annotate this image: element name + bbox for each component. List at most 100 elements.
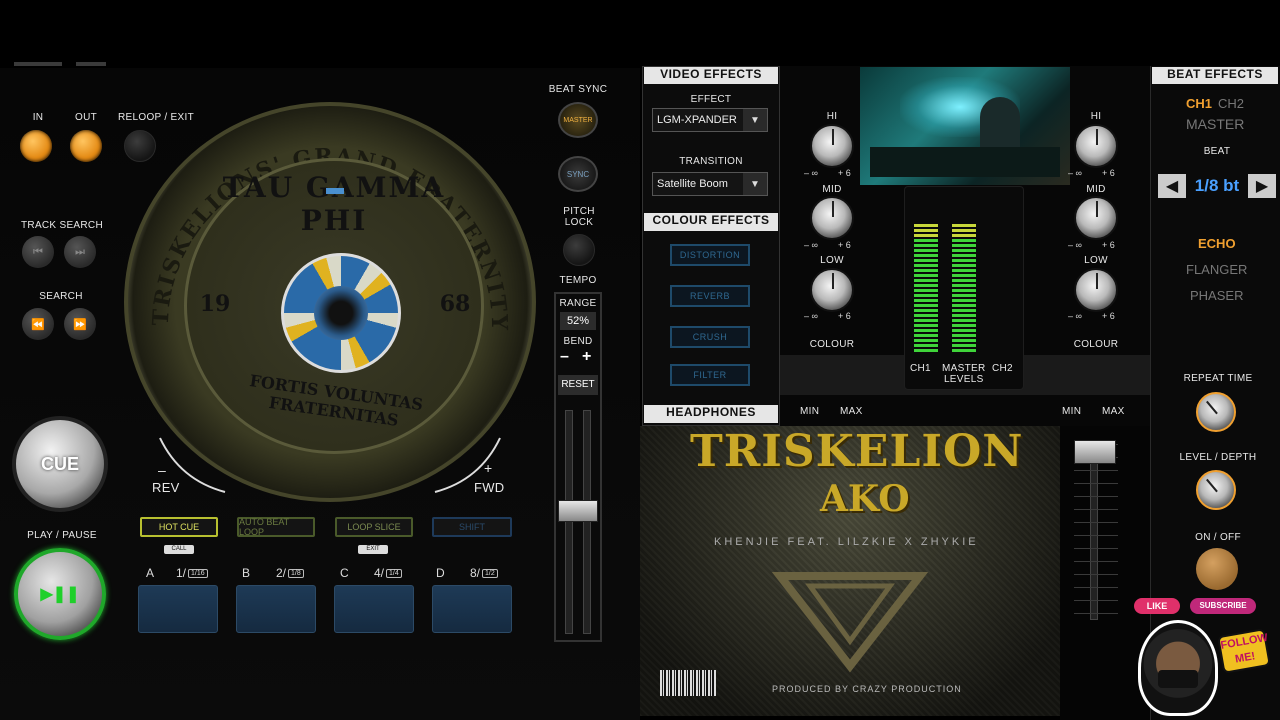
meter-segment: [914, 309, 938, 312]
ch1-mid-label: MID: [822, 184, 842, 195]
filter-button[interactable]: FILTER: [670, 364, 750, 386]
meter-segment: [952, 264, 976, 267]
meter-segment: [914, 304, 938, 307]
pitch-lock-button[interactable]: [563, 234, 595, 266]
search-forward-button[interactable]: ⏩: [64, 308, 96, 340]
ch1-hi-knob[interactable]: [810, 124, 854, 168]
like-badge[interactable]: LIKE: [1134, 598, 1180, 614]
bend-plus-button[interactable]: +: [582, 348, 591, 366]
follow-badge[interactable]: FOLLOW ME!: [1217, 628, 1271, 674]
meter-segment: [952, 274, 976, 277]
meter-segment: [914, 224, 938, 227]
beat-ch2-toggle[interactable]: CH2: [1218, 96, 1244, 111]
beat-effect-on-off-button[interactable]: [1196, 548, 1238, 590]
ch2-mid-knob[interactable]: [1074, 196, 1118, 240]
master-sync-button[interactable]: MASTER: [558, 102, 598, 138]
repeat-time-knob[interactable]: [1196, 392, 1236, 432]
pad-c-value: 4/1/4: [374, 566, 402, 580]
rev-label: REV: [152, 480, 180, 495]
pad-b[interactable]: [236, 585, 316, 633]
loop-out-button[interactable]: [70, 130, 102, 162]
level-depth-knob[interactable]: [1196, 470, 1236, 510]
meter-segment: [952, 239, 976, 242]
meter-segment: [914, 274, 938, 277]
sync-button[interactable]: SYNC: [558, 156, 598, 192]
meter-segment: [914, 314, 938, 317]
repeat-time-label: REPEAT TIME: [1183, 373, 1253, 384]
distortion-button[interactable]: DISTORTION: [670, 244, 750, 266]
echo-effect[interactable]: ECHO: [1198, 236, 1236, 251]
subscribe-badge[interactable]: SUBSCRIBE: [1190, 598, 1256, 614]
platter-center-emblem: [281, 253, 401, 373]
pad-d[interactable]: [432, 585, 512, 633]
ch2-low-knob[interactable]: [1074, 268, 1118, 312]
meter-segment: [952, 234, 976, 237]
meter-ch2-label: CH2: [992, 363, 1013, 374]
platter-year-right: 68: [439, 291, 471, 317]
track-next-button[interactable]: ⏭: [64, 236, 96, 268]
search-rewind-button[interactable]: ⏪: [22, 308, 54, 340]
deck-top-handle-right: [76, 62, 106, 66]
effect-dropdown[interactable]: LGM-XPANDER ▼: [652, 108, 768, 132]
auto-beat-loop-button[interactable]: AUTO BEAT LOOP: [237, 517, 315, 537]
chevron-down-icon: ▼: [743, 173, 767, 195]
beat-master-toggle[interactable]: MASTER: [1186, 116, 1244, 132]
fader-tick: [1074, 561, 1118, 562]
play-pause-button[interactable]: ▶❚❚: [14, 548, 106, 640]
meter-segment: [914, 264, 938, 267]
meter-segment: [914, 279, 938, 282]
fader-tick: [1074, 483, 1118, 484]
meter-segment: [914, 329, 938, 332]
ch2-mid-label: MID: [1086, 184, 1106, 195]
ch1-mid-knob[interactable]: [810, 196, 854, 240]
ch2-volume-fader-handle[interactable]: [1074, 440, 1116, 464]
ch1-low-knob[interactable]: [810, 268, 854, 312]
avatar: [1138, 620, 1218, 716]
reset-button[interactable]: RESET: [558, 375, 598, 395]
beat-decrease-button[interactable]: ◀: [1158, 174, 1186, 198]
phaser-effect[interactable]: PHASER: [1190, 288, 1243, 303]
hot-cue-button[interactable]: HOT CUE: [140, 517, 218, 537]
ch1-hi-min: – ∞: [804, 168, 818, 178]
ch1-mid-min: – ∞: [804, 240, 818, 250]
shift-button[interactable]: SHIFT: [432, 517, 512, 537]
ch1-level-meter: [914, 220, 938, 352]
exit-tag: EXIT: [358, 545, 388, 554]
ch2-level-meter: [952, 220, 976, 352]
flanger-effect[interactable]: FLANGER: [1186, 262, 1247, 277]
ch2-hi-knob[interactable]: [1074, 124, 1118, 168]
meter-segment: [952, 254, 976, 257]
track-prev-button[interactable]: ⏮: [22, 236, 54, 268]
transition-dropdown[interactable]: Satellite Boom ▼: [652, 172, 768, 196]
pad-d-value: 8/1/2: [470, 566, 498, 580]
ch1-low-label: LOW: [820, 255, 844, 266]
headphone-min-label: MIN: [800, 406, 820, 417]
ch1-colour-label: COLOUR: [809, 339, 855, 350]
meter-segment: [952, 349, 976, 352]
pad-b-letter: B: [242, 566, 251, 580]
meter-segment: [914, 239, 938, 242]
headphones-title: HEADPHONES: [644, 405, 778, 423]
pad-a-letter: A: [146, 566, 155, 580]
loop-slice-button[interactable]: LOOP SLICE: [335, 517, 413, 537]
ch1-low-min: – ∞: [804, 311, 818, 321]
meter-segment: [952, 259, 976, 262]
rewind-icon: ⏪: [31, 318, 45, 331]
tempo-fader-track-left: [565, 410, 573, 634]
reverb-button[interactable]: REVERB: [670, 285, 750, 307]
beat-ch1-toggle[interactable]: CH1: [1186, 96, 1212, 111]
platter-position-marker: [326, 188, 344, 194]
range-value[interactable]: 52%: [560, 312, 596, 330]
tempo-fader-handle[interactable]: [558, 500, 598, 522]
cue-button[interactable]: CUE: [12, 416, 108, 512]
ch1-hi-max: + 6: [838, 168, 851, 178]
crush-button[interactable]: CRUSH: [670, 326, 750, 348]
range-label: RANGE: [559, 298, 597, 309]
beat-increase-button[interactable]: ▶: [1248, 174, 1276, 198]
pad-c[interactable]: [334, 585, 414, 633]
level-depth-label: LEVEL / DEPTH: [1179, 452, 1257, 463]
pad-a[interactable]: [138, 585, 218, 633]
loop-in-button[interactable]: [20, 130, 52, 162]
out-label: OUT: [74, 112, 97, 123]
bend-minus-button[interactable]: –: [560, 348, 569, 366]
